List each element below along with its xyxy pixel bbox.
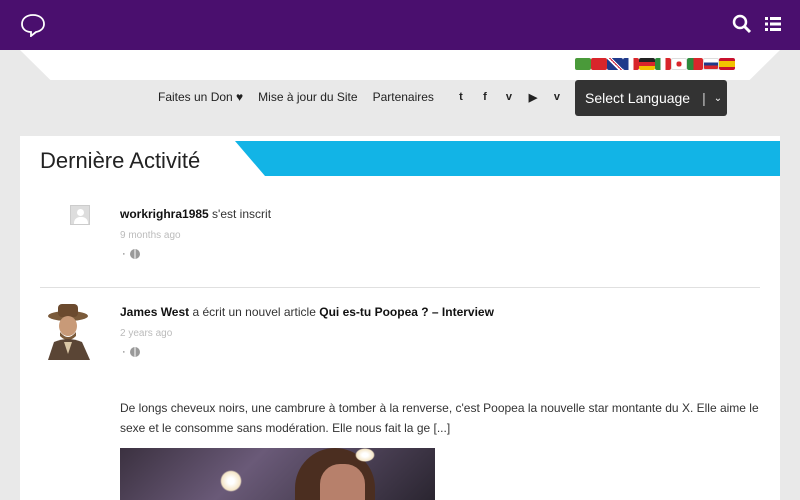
page-title: Dernière Activité xyxy=(40,148,201,173)
meta-dot: · xyxy=(122,346,126,358)
avatar[interactable] xyxy=(70,205,90,225)
nav-donate-link[interactable]: Faites un Don ♥ xyxy=(158,90,243,104)
meta-dot: · xyxy=(122,248,126,260)
flag-chinese-icon[interactable] xyxy=(591,58,607,70)
flag-french-icon[interactable] xyxy=(623,58,639,70)
menu-icon[interactable] xyxy=(764,15,782,33)
activity-user-link[interactable]: workrighra1985 xyxy=(120,207,209,221)
separator: | xyxy=(702,90,706,106)
flag-japanese-icon[interactable] xyxy=(671,58,687,70)
social-links: t f v ▶ v xyxy=(455,91,563,104)
language-select[interactable]: Select Language | ⌄ xyxy=(575,80,727,116)
activity-action: s'est inscrit xyxy=(208,207,272,221)
article-link[interactable]: Qui es-tu Poopea ? – Interview xyxy=(319,305,494,319)
twitter-icon[interactable]: t xyxy=(455,91,467,103)
flag-arabic-icon[interactable] xyxy=(575,58,591,70)
facebook-icon[interactable]: f xyxy=(479,91,491,103)
globe-icon xyxy=(129,249,140,259)
activity-action: a écrit un nouvel article xyxy=(189,305,320,319)
youtube-icon[interactable]: ▶ xyxy=(527,91,539,104)
title-accent-bar xyxy=(235,141,780,176)
activity-meta: · xyxy=(122,248,140,260)
nav-partners-link[interactable]: Partenaires xyxy=(373,90,434,104)
article-image[interactable] xyxy=(120,448,435,500)
flag-italian-icon[interactable] xyxy=(655,58,671,70)
nav-site-update-link[interactable]: Mise à jour du Site xyxy=(258,90,357,104)
vine-icon[interactable]: v xyxy=(551,91,563,103)
activity-excerpt: De longs cheveux noirs, une cambrure à t… xyxy=(120,401,759,435)
activity-text: James West a écrit un nouvel article Qui… xyxy=(120,305,494,319)
activity-text: workrighra1985 s'est inscrit xyxy=(120,207,271,221)
flag-portuguese-icon[interactable] xyxy=(687,58,703,70)
search-icon[interactable] xyxy=(732,14,752,34)
globe-icon xyxy=(129,347,140,357)
flag-german-icon[interactable] xyxy=(639,58,655,70)
activity-user-link[interactable]: James West xyxy=(120,305,189,319)
language-select-label: Select Language xyxy=(585,90,691,106)
divider xyxy=(40,287,760,288)
chevron-down-icon: ⌄ xyxy=(713,92,723,104)
activity-time[interactable]: 9 months ago xyxy=(120,230,181,241)
flag-russian-icon[interactable] xyxy=(703,58,719,70)
main-nav: Faites un Don ♥ Mise à jour du Site Part… xyxy=(158,90,563,104)
activity-meta: · xyxy=(122,346,140,358)
flag-spanish-icon[interactable] xyxy=(719,58,735,70)
avatar[interactable] xyxy=(40,302,96,360)
flag-english-icon[interactable] xyxy=(607,58,623,70)
chat-bubble-icon[interactable] xyxy=(20,13,46,37)
top-bar xyxy=(0,0,800,50)
activity-time[interactable]: 2 years ago xyxy=(120,328,172,339)
language-flags xyxy=(575,58,735,70)
vimeo-icon[interactable]: v xyxy=(503,91,515,103)
